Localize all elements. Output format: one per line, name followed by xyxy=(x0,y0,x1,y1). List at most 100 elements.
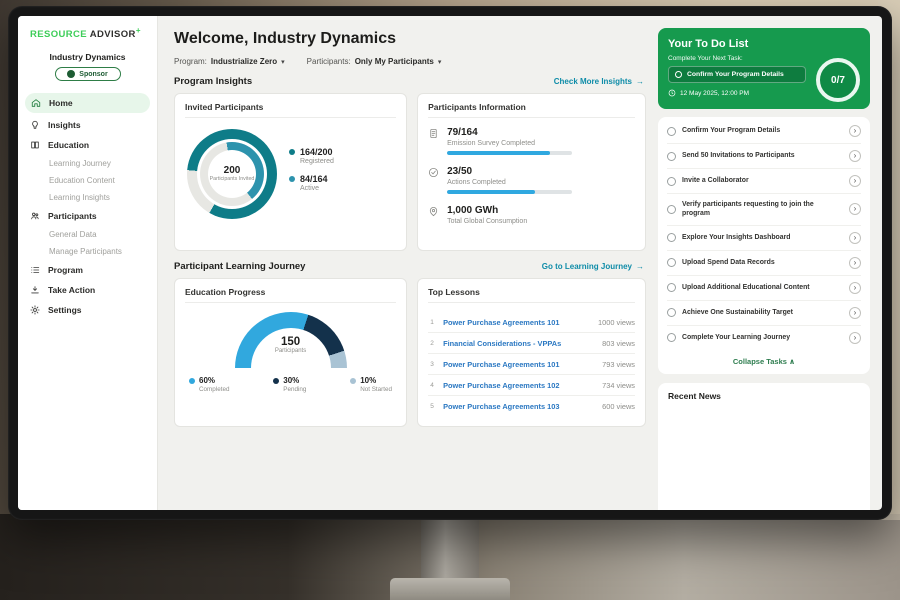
lesson-link[interactable]: Financial Considerations - VPPAs xyxy=(443,339,595,348)
lesson-views: 793 views xyxy=(602,360,635,369)
lesson-link[interactable]: Power Purchase Agreements 101 xyxy=(443,360,595,369)
lesson-link[interactable]: Power Purchase Agreements 103 xyxy=(443,402,595,411)
todo-title: Your To Do List xyxy=(668,38,860,50)
gear-icon xyxy=(30,305,40,315)
todo-task-row[interactable]: Upload Additional Educational Content › xyxy=(667,276,861,301)
task-checkbox[interactable] xyxy=(675,71,682,78)
program-filter[interactable]: Program: Industrialize Zero ▾ xyxy=(174,57,285,66)
next-task-pill[interactable]: Confirm Your Program Details xyxy=(668,66,806,83)
sponsor-badge[interactable]: Sponsor xyxy=(55,67,121,81)
task-open-button[interactable]: › xyxy=(849,307,861,319)
download-icon xyxy=(30,285,40,295)
sidebar-item-home[interactable]: Home xyxy=(25,93,150,113)
todo-task-row[interactable]: Upload Spend Data Records › xyxy=(667,251,861,276)
task-checkbox[interactable] xyxy=(667,152,676,161)
sidebar-item-general-data[interactable]: General Data xyxy=(18,226,157,243)
sidebar-item-program[interactable]: Program xyxy=(18,260,157,280)
education-gauge-legend: 60% Completed 30% Pending xyxy=(185,374,396,393)
participants-filter-label: Participants: xyxy=(307,57,351,66)
content-column: Welcome, Industry Dynamics Program: Indu… xyxy=(174,28,646,510)
task-open-button[interactable]: › xyxy=(849,282,861,294)
task-label: Achieve One Sustainability Target xyxy=(682,308,843,317)
go-to-learning-journey-link[interactable]: Go to Learning Journey → xyxy=(542,262,644,271)
sidebar-item-learning-journey[interactable]: Learning Journey xyxy=(18,155,157,172)
todo-task-list: Confirm Your Program Details › Send 50 I… xyxy=(658,117,870,374)
todo-task-row[interactable]: Achieve One Sustainability Target › xyxy=(667,301,861,326)
task-checkbox[interactable] xyxy=(667,308,676,317)
arrow-right-icon: → xyxy=(636,262,644,271)
lesson-rank: 1 xyxy=(428,319,436,326)
org-name: Industry Dynamics xyxy=(18,52,157,62)
task-checkbox[interactable] xyxy=(667,258,676,267)
sidebar-item-insights[interactable]: Insights xyxy=(18,115,157,135)
card-title: Education Progress xyxy=(185,287,396,303)
todo-task-row[interactable]: Verify participants requesting to join t… xyxy=(667,194,861,226)
legend-label: Not Started xyxy=(360,386,392,393)
invited-donut-center: 200 Participants Invited xyxy=(208,150,256,198)
participants-filter[interactable]: Participants: Only My Participants ▾ xyxy=(307,57,442,66)
collapse-tasks-link[interactable]: Collapse Tasks ∧ xyxy=(667,350,861,370)
legend-label: Active xyxy=(300,185,328,192)
stat-value: 79/164 xyxy=(447,127,572,138)
legend-value: 164/200 xyxy=(300,147,334,157)
sidebar-item-label: Program xyxy=(48,265,83,275)
todo-task-row[interactable]: Explore Your Insights Dashboard › xyxy=(667,226,861,251)
lesson-link[interactable]: Power Purchase Agreements 102 xyxy=(443,381,595,390)
todo-task-row[interactable]: Send 50 Invitations to Participants › xyxy=(667,144,861,169)
task-open-button[interactable]: › xyxy=(849,125,861,137)
task-open-button[interactable]: › xyxy=(849,332,861,344)
sidebar-item-take-action[interactable]: Take Action xyxy=(18,280,157,300)
task-label: Upload Spend Data Records xyxy=(682,258,843,267)
todo-task-row[interactable]: Invite a Collaborator › xyxy=(667,169,861,194)
app-logo: RESOURCE ADVISOR+ xyxy=(18,26,157,40)
card-title: Top Lessons xyxy=(428,287,635,303)
task-checkbox[interactable] xyxy=(667,127,676,136)
stat-label: Actions Completed xyxy=(447,179,572,186)
task-checkbox[interactable] xyxy=(667,333,676,342)
book-icon xyxy=(30,140,40,150)
task-open-button[interactable]: › xyxy=(849,150,861,162)
progress-fill xyxy=(447,151,550,155)
task-label: Send 50 Invitations to Participants xyxy=(682,151,843,160)
lesson-link[interactable]: Power Purchase Agreements 101 xyxy=(443,318,591,327)
task-open-button[interactable]: › xyxy=(849,175,861,187)
actions-icon xyxy=(428,167,439,178)
sidebar-item-education[interactable]: Education xyxy=(18,135,157,155)
task-open-button[interactable]: › xyxy=(849,203,861,215)
clock-icon xyxy=(668,89,676,97)
collapse-label: Collapse Tasks xyxy=(733,357,787,366)
chevron-down-icon: ▾ xyxy=(438,58,442,66)
todo-task-row[interactable]: Complete Your Learning Journey › xyxy=(667,326,861,350)
section-title: Participant Learning Journey xyxy=(174,261,305,272)
task-open-button[interactable]: › xyxy=(849,232,861,244)
legend-dot xyxy=(289,149,295,155)
task-open-button[interactable]: › xyxy=(849,257,861,269)
progress-bar xyxy=(447,151,572,155)
task-checkbox[interactable] xyxy=(667,283,676,292)
sidebar-item-learning-insights[interactable]: Learning Insights xyxy=(18,189,157,206)
gauge-label: Participants xyxy=(235,348,347,354)
legend-value: 10% xyxy=(360,376,392,385)
sidebar-item-education-content[interactable]: Education Content xyxy=(18,172,157,189)
lesson-views: 734 views xyxy=(602,381,635,390)
check-more-insights-link[interactable]: Check More Insights → xyxy=(554,77,644,86)
sidebar-item-manage-participants[interactable]: Manage Participants xyxy=(18,243,157,260)
task-label: Invite a Collaborator xyxy=(682,176,843,185)
sidebar-item-participants[interactable]: Participants xyxy=(18,206,157,226)
top-lessons-card: Top Lessons 1 Power Purchase Agreements … xyxy=(417,278,646,427)
task-checkbox[interactable] xyxy=(667,233,676,242)
recent-news-title: Recent News xyxy=(668,391,721,401)
sidebar-item-label: Education xyxy=(48,140,89,150)
legend-value: 60% xyxy=(199,376,229,385)
link-label: Check More Insights xyxy=(554,77,632,86)
sponsor-icon xyxy=(67,70,75,78)
sidebar-item-settings[interactable]: Settings xyxy=(18,300,157,320)
todo-task-row[interactable]: Confirm Your Program Details › xyxy=(667,119,861,144)
todo-column: Your To Do List Complete Your Next Task:… xyxy=(658,28,870,510)
lesson-views: 600 views xyxy=(602,402,635,411)
task-checkbox[interactable] xyxy=(667,205,676,214)
legend-item-active: 84/164 Active xyxy=(289,174,334,192)
legend-value: 84/164 xyxy=(300,174,328,184)
task-checkbox[interactable] xyxy=(667,177,676,186)
sidebar-item-label: Home xyxy=(49,98,73,108)
